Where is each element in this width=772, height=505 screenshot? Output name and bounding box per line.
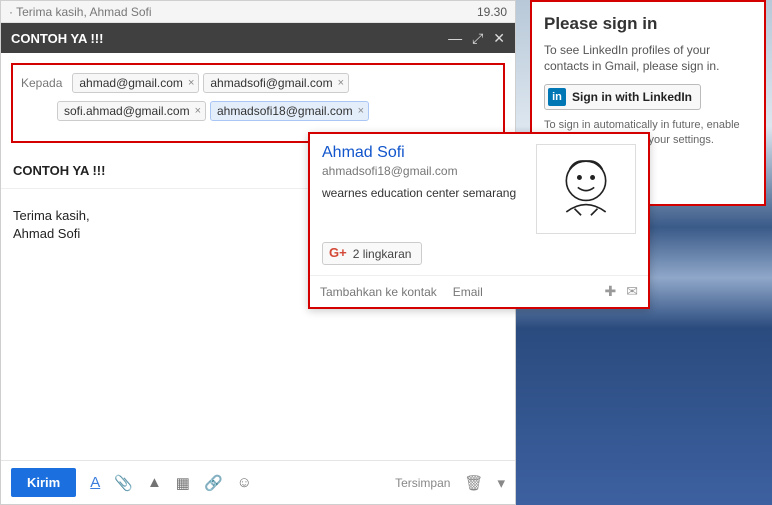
circles-button[interactable]: G+ 2 lingkaran — [322, 242, 422, 265]
topstrip-time: 19.30 — [477, 5, 507, 19]
hover-card-footer: Tambahkan ke kontak Email ✚ ✉ — [310, 275, 648, 307]
to-label: Kepada — [21, 76, 62, 90]
expand-icon[interactable]: ⤢ — [472, 30, 483, 47]
gplus-icon: G+ — [329, 245, 347, 260]
emoji-icon[interactable]: ☺ — [237, 474, 252, 491]
compose-header: CONTOH YA !!! — ⤢ ✕ — [1, 23, 515, 53]
chip-remove-icon[interactable]: × — [338, 77, 344, 89]
circles-label: 2 lingkaran — [353, 247, 412, 261]
link-icon[interactable]: 🔗 — [204, 474, 223, 492]
recipients-row-1: Kepada ahmad@gmail.com × ahmadsofi@gmail… — [19, 71, 497, 95]
close-icon[interactable]: ✕ — [493, 30, 505, 47]
compose-toolbar: Kirim A 📎 ▲ ▦ 🔗 ☺ Tersimpan 🗑 ▾ — [1, 460, 515, 504]
recipient-email: ahmadsofi@gmail.com — [210, 76, 332, 90]
recipient-email: ahmad@gmail.com — [79, 76, 183, 90]
linkedin-signin-button[interactable]: in Sign in with LinkedIn — [544, 84, 701, 110]
recipient-chip-selected[interactable]: ahmadsofi18@gmail.com × — [210, 101, 369, 121]
linkedin-title: Please sign in — [544, 14, 752, 34]
compose-title: CONTOH YA !!! — [11, 31, 103, 46]
attach-icon[interactable]: 📎 — [114, 474, 133, 492]
email-link[interactable]: Email — [453, 285, 483, 299]
photo-icon[interactable]: ▦ — [176, 474, 190, 492]
minimize-icon[interactable]: — — [448, 30, 462, 47]
contact-email: ahmadsofi18@gmail.com — [322, 164, 528, 178]
contact-hover-card: Ahmad Sofi ahmadsofi18@gmail.com wearnes… — [308, 132, 650, 309]
recipients-row-2: sofi.ahmad@gmail.com × ahmadsofi18@gmail… — [57, 99, 497, 123]
format-icon[interactable]: A — [90, 474, 100, 491]
recipients-area[interactable]: Kepada ahmad@gmail.com × ahmadsofi@gmail… — [11, 63, 505, 143]
linkedin-btn-label: Sign in with LinkedIn — [572, 90, 692, 104]
recipient-chip[interactable]: ahmadsofi@gmail.com × — [203, 73, 349, 93]
add-person-icon[interactable]: ✚ — [605, 283, 617, 300]
avatar-cartoon-icon — [545, 148, 627, 230]
discard-icon[interactable]: 🗑 — [464, 474, 483, 492]
topstrip-label: · Terima kasih, Ahmad Sofi — [9, 5, 152, 19]
mail-icon[interactable]: ✉ — [626, 283, 638, 300]
drive-icon[interactable]: ▲ — [147, 474, 162, 491]
chip-remove-icon[interactable]: × — [358, 105, 364, 117]
add-to-contacts-link[interactable]: Tambahkan ke kontak — [320, 285, 437, 299]
contact-name-link[interactable]: Ahmad Sofi — [322, 144, 528, 162]
send-button[interactable]: Kirim — [11, 468, 76, 497]
linkedin-logo-icon: in — [548, 88, 566, 106]
compose-top-strip: · Terima kasih, Ahmad Sofi 19.30 — [1, 1, 515, 23]
recipient-chip[interactable]: ahmad@gmail.com × — [72, 73, 199, 93]
saved-label: Tersimpan — [395, 476, 450, 490]
chip-remove-icon[interactable]: × — [195, 105, 201, 117]
recipient-email: sofi.ahmad@gmail.com — [64, 104, 190, 118]
contact-avatar — [536, 144, 636, 234]
recipient-email: ahmadsofi18@gmail.com — [217, 104, 353, 118]
chip-remove-icon[interactable]: × — [188, 77, 194, 89]
more-options-icon[interactable]: ▾ — [497, 474, 505, 492]
contact-desc: wearnes education center semarang — [322, 186, 528, 200]
recipient-chip[interactable]: sofi.ahmad@gmail.com × — [57, 101, 206, 121]
linkedin-desc: To see LinkedIn profiles of your contact… — [544, 42, 752, 74]
compose-header-actions: — ⤢ ✕ — [448, 30, 505, 47]
